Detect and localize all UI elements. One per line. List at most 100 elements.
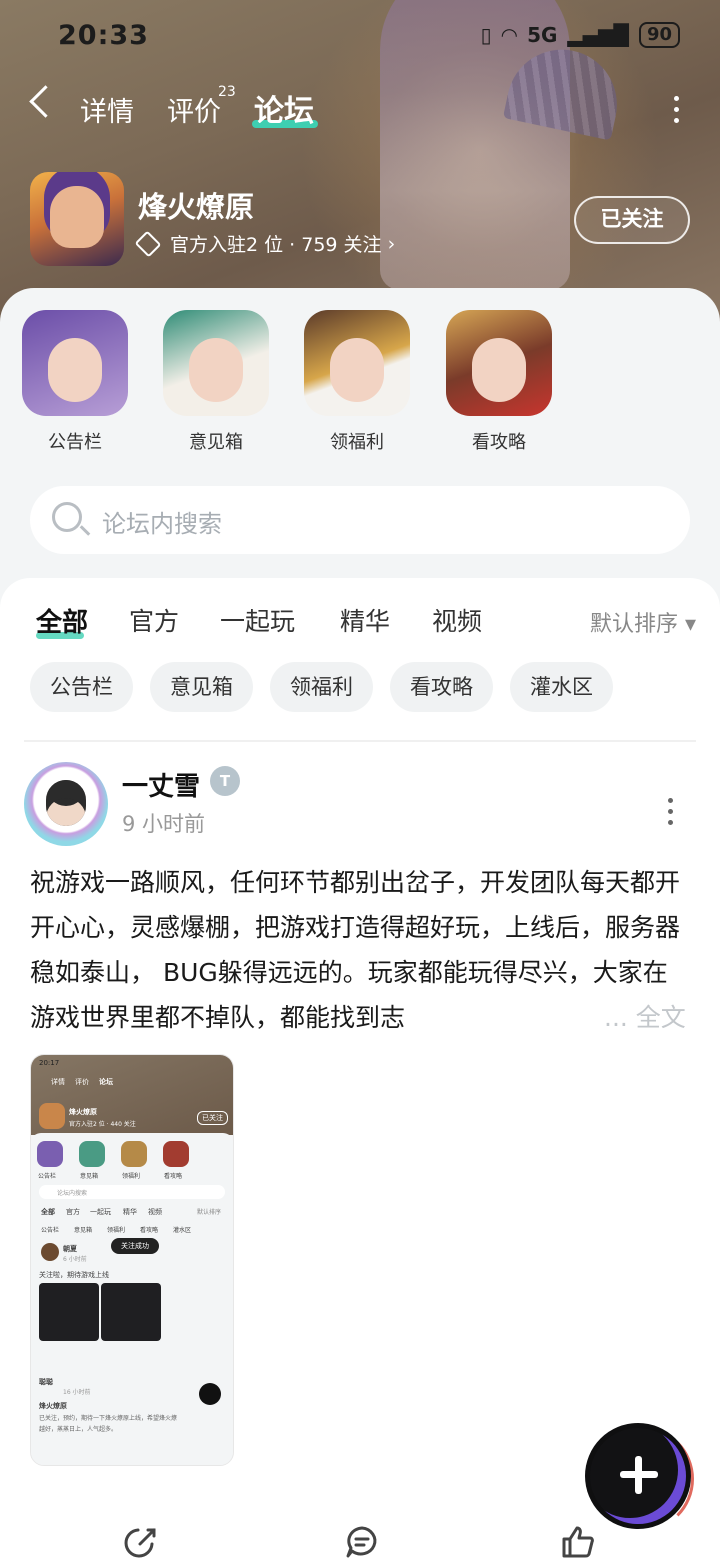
feed-tabs: 全部 官方 一起玩 精华 视频 默认排序 ▾ bbox=[36, 598, 696, 648]
share-icon[interactable] bbox=[122, 1524, 158, 1560]
post-action-bar bbox=[0, 1516, 720, 1567]
search-placeholder: 论坛内搜索 bbox=[102, 510, 222, 538]
thumb-cat-image bbox=[37, 1141, 63, 1167]
post-more-icon[interactable] bbox=[668, 798, 674, 831]
chevron-right-icon: › bbox=[387, 232, 396, 255]
category-label: 公告栏 bbox=[48, 432, 102, 453]
avatar[interactable] bbox=[24, 762, 108, 846]
thumb-post-image bbox=[39, 1283, 99, 1341]
thumb-chip: 看攻略 bbox=[140, 1227, 159, 1234]
status-time: 20:33 bbox=[58, 20, 149, 51]
wifi-icon: ◠ bbox=[501, 23, 518, 47]
thumb-toast: 关注成功 bbox=[111, 1238, 159, 1254]
thumb-tab: 论坛 bbox=[99, 1078, 113, 1086]
tab-details[interactable]: 详情 bbox=[80, 90, 134, 129]
like-icon[interactable] bbox=[560, 1524, 596, 1560]
thumb-chip: 领福利 bbox=[107, 1227, 126, 1234]
chip-chat[interactable]: 灌水区 bbox=[510, 662, 613, 712]
post-image-thumbnail[interactable]: 20:17 详情 评价 论坛 烽火燎原 官方入驻2 位 · 440 关注 已关注… bbox=[30, 1054, 234, 1466]
thumb-game-name: 烽火燎原 bbox=[69, 1108, 97, 1116]
category-guides-image bbox=[446, 310, 552, 416]
status-bar: 20:33 ▯ ◠ 5G ▂▄▆█ 90 bbox=[58, 18, 680, 58]
thumb-time: 20:17 bbox=[39, 1059, 60, 1067]
game-info: 烽火燎原 官方入驻2 位 · 759 关注 › 已关注 bbox=[30, 172, 690, 268]
thumb-follow: 已关注 bbox=[197, 1111, 228, 1125]
top-nav: 详情 评价 23 论坛 bbox=[29, 84, 690, 134]
thumb-tab: 评价 bbox=[75, 1078, 89, 1086]
plus-icon-vertical[interactable] bbox=[635, 1456, 642, 1494]
caret-down-icon: ▾ bbox=[684, 612, 696, 637]
review-count-badge: 23 bbox=[218, 84, 236, 100]
thumb-sort: 默认排序 bbox=[197, 1209, 222, 1216]
battery-icon: 90 bbox=[638, 22, 680, 48]
category-welfare[interactable]: 领福利 bbox=[302, 310, 412, 454]
thumb-game-meta: 官方入驻2 位 · 440 关注 bbox=[69, 1121, 136, 1128]
thumb-avatar bbox=[41, 1243, 59, 1261]
thumb-card: 公告栏 意见箱 领福利 看攻略 论坛内搜索 全部 官方 一起玩 精华 视频 默认… bbox=[31, 1133, 233, 1465]
category-suggestions-image bbox=[163, 310, 269, 416]
thumb-feed-tab: 视频 bbox=[148, 1208, 162, 1216]
search-input[interactable]: 论坛内搜索 bbox=[30, 486, 690, 554]
back-icon[interactable] bbox=[29, 85, 62, 118]
feed-tab-official[interactable]: 官方 bbox=[129, 602, 179, 638]
thumb-post-time: 16 小时前 bbox=[63, 1389, 91, 1396]
game-meta[interactable]: 官方入驻2 位 · 759 关注 › bbox=[134, 230, 396, 257]
thumb-feed-tab: 全部 bbox=[41, 1208, 55, 1216]
category-suggestions[interactable]: 意见箱 bbox=[161, 310, 271, 454]
post-username[interactable]: 一丈雪 bbox=[122, 766, 200, 803]
post-body[interactable]: 祝游戏一路顺风，任何环节都别出岔子，开发团队每天都开开心心，灵感爆棚，把游戏打造… bbox=[30, 860, 690, 1040]
sort-label: 默认排序 bbox=[589, 612, 678, 637]
chip-suggestions[interactable]: 意见箱 bbox=[150, 662, 253, 712]
verified-badge-icon: T bbox=[210, 766, 240, 796]
thumb-cat-label: 意见箱 bbox=[80, 1173, 99, 1180]
thumb-chip: 意见箱 bbox=[74, 1227, 93, 1234]
read-more-link[interactable]: ... 全文 bbox=[600, 995, 686, 1040]
signal-icon: ▂▄▆█ bbox=[567, 23, 629, 47]
tab-forum[interactable]: 论坛 bbox=[254, 86, 314, 130]
feed-tab-play-together[interactable]: 一起玩 bbox=[220, 602, 295, 638]
tab-reviews[interactable]: 评价 bbox=[167, 90, 221, 129]
thumb-post-title: 烽火燎原 bbox=[39, 1402, 67, 1410]
chip-notice-board[interactable]: 公告栏 bbox=[30, 662, 133, 712]
game-icon[interactable] bbox=[30, 172, 124, 266]
search-icon bbox=[52, 502, 82, 532]
thumb-cat-label: 看攻略 bbox=[164, 1173, 183, 1180]
sort-dropdown[interactable]: 默认排序 ▾ bbox=[590, 606, 696, 638]
chip-welfare[interactable]: 领福利 bbox=[270, 662, 373, 712]
thumb-cat-image bbox=[163, 1141, 189, 1167]
status-icons: ▯ ◠ 5G ▂▄▆█ 90 bbox=[481, 22, 680, 48]
category-label: 领福利 bbox=[330, 432, 384, 453]
thumb-post-user: 朝夏 bbox=[63, 1245, 77, 1253]
feed-tab-video[interactable]: 视频 bbox=[432, 602, 482, 638]
thumb-cat-image bbox=[121, 1141, 147, 1167]
category-shortcuts: 公告栏 意见箱 领福利 看攻略 bbox=[0, 310, 720, 453]
category-notice-board[interactable]: 公告栏 bbox=[20, 310, 130, 454]
vibrate-icon: ▯ bbox=[480, 23, 492, 47]
more-menu-icon[interactable] bbox=[674, 96, 680, 129]
category-label: 看攻略 bbox=[472, 432, 526, 453]
feed-tab-featured[interactable]: 精华 bbox=[340, 602, 390, 638]
thumb-game-icon bbox=[39, 1103, 65, 1129]
game-name: 烽火燎原 bbox=[138, 190, 255, 224]
thumb-feed-tab: 一起玩 bbox=[90, 1208, 111, 1216]
thumb-post-image bbox=[101, 1283, 161, 1341]
follow-button[interactable]: 已关注 bbox=[574, 196, 690, 244]
thumb-search-text: 论坛内搜索 bbox=[57, 1190, 88, 1197]
category-label: 意见箱 bbox=[189, 432, 243, 453]
thumb-post-time: 6 小时前 bbox=[63, 1256, 87, 1263]
diamond-icon bbox=[134, 230, 162, 257]
thumb-chip: 灌水区 bbox=[173, 1227, 192, 1234]
divider bbox=[24, 740, 696, 742]
chip-guides[interactable]: 看攻略 bbox=[390, 662, 493, 712]
thumb-cat-label: 公告栏 bbox=[38, 1173, 57, 1180]
post-time: 9 小时前 bbox=[122, 812, 206, 836]
feed-tab-all[interactable]: 全部 bbox=[36, 602, 88, 639]
thumb-post-user: 聪聪 bbox=[39, 1378, 53, 1386]
comment-icon[interactable] bbox=[344, 1524, 380, 1560]
thumb-cat-image bbox=[79, 1141, 105, 1167]
thumb-feed-tab: 官方 bbox=[66, 1208, 80, 1216]
category-guides[interactable]: 看攻略 bbox=[444, 310, 554, 454]
thumb-fab bbox=[199, 1383, 221, 1405]
forum-card: 公告栏 意见箱 领福利 看攻略 论坛内搜索 全部 官方 一起玩 精华 视频 默认… bbox=[0, 288, 720, 1568]
thumb-post-text: 越好，蒸蒸日上，人气超多。 bbox=[39, 1426, 118, 1433]
